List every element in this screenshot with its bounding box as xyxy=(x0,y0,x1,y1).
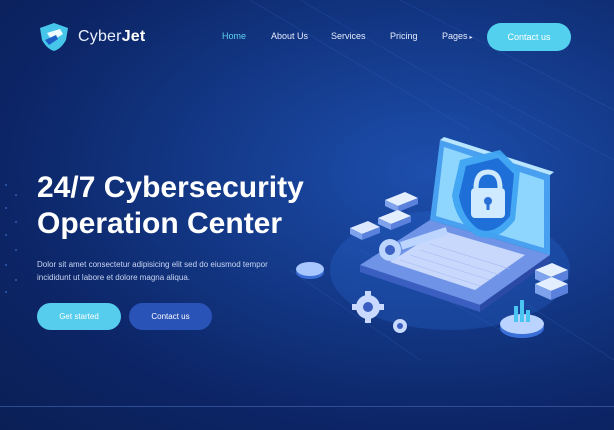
nav-item-pricing[interactable]: Pricing xyxy=(390,31,418,41)
nav-item-about[interactable]: About Us xyxy=(271,31,308,41)
nav-item-pages[interactable]: Pages ▸ xyxy=(442,31,473,41)
shield-logo-icon xyxy=(40,23,68,51)
chevron-right-icon: ▸ xyxy=(469,35,473,41)
brand-logo[interactable]: CyberJet xyxy=(38,22,145,52)
section-divider xyxy=(0,406,614,407)
nav-item-home[interactable]: Home xyxy=(222,31,246,41)
header-contact-button[interactable]: Contact us xyxy=(487,23,571,51)
hero-title-line1: 24/7 Cybersecurity xyxy=(37,171,304,204)
get-started-button[interactable]: Get started xyxy=(37,303,121,330)
brand-name-part1: Cyber xyxy=(78,28,122,45)
hero-title-line2: Operation Center xyxy=(37,207,283,240)
nav-item-pages-label: Pages xyxy=(442,31,468,41)
brand-name-part2: Jet xyxy=(121,28,146,45)
site-header: CyberJet Home About Us Services Pricing … xyxy=(0,0,614,74)
nav-item-services[interactable]: Services xyxy=(331,31,366,41)
hero-description: Dolor sit amet consectetur adipisicing e… xyxy=(37,260,268,282)
decorative-dots xyxy=(5,184,17,293)
brand-name: CyberJet xyxy=(78,28,145,46)
hero-contact-button[interactable]: Contact us xyxy=(129,303,212,330)
laptop-security-illustration xyxy=(296,137,570,338)
